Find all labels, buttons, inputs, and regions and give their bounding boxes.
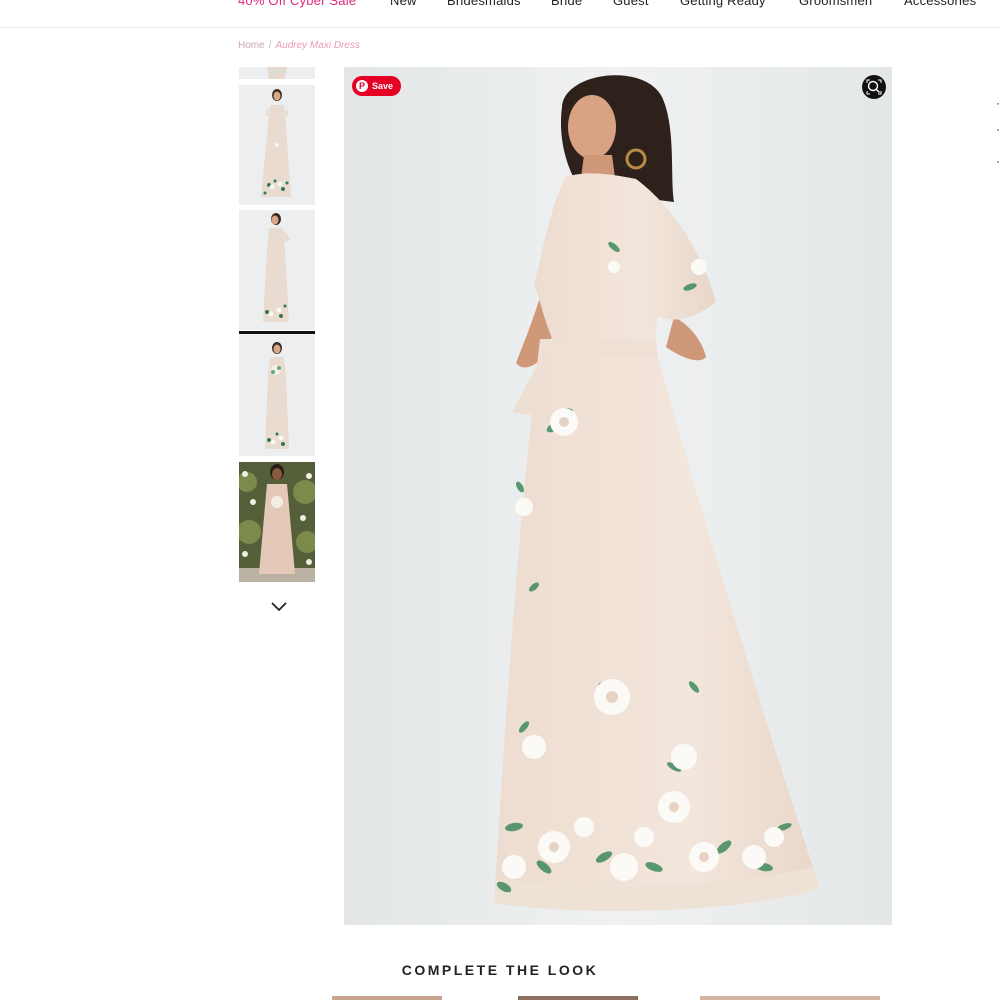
nav-item-getting-ready[interactable]: Getting Ready xyxy=(680,0,766,8)
pinterest-save-label: Save xyxy=(372,81,394,91)
nav-item-sale[interactable]: 40% Off Cyber Sale xyxy=(238,0,356,8)
thumbnail-side[interactable] xyxy=(239,210,315,330)
product-info-edge: · xyxy=(996,96,1000,110)
thumbnail-front-bouquet[interactable] xyxy=(239,331,315,456)
look-item-image[interactable] xyxy=(518,996,638,1000)
nav-item-new[interactable]: New xyxy=(390,0,417,8)
main-product-image[interactable]: P Save xyxy=(344,67,892,925)
breadcrumb: Home / Audrey Maxi Dress xyxy=(238,40,360,51)
product-info-edge: · xyxy=(996,122,1000,136)
breadcrumb-current: Audrey Maxi Dress xyxy=(275,40,360,51)
zoom-icon[interactable] xyxy=(862,75,886,99)
dress-thumbnail-image xyxy=(239,334,315,456)
pinterest-save-button[interactable]: P Save xyxy=(352,76,402,96)
product-info-edge: · xyxy=(996,154,1000,168)
chevron-down-icon[interactable] xyxy=(268,598,290,616)
dress-model-photo xyxy=(344,67,892,925)
thumbnail-front-partial[interactable] xyxy=(239,67,315,79)
nav-item-guest[interactable]: Guest xyxy=(613,0,649,8)
thumbnail-garden[interactable] xyxy=(239,462,315,582)
dress-thumbnail-image xyxy=(239,462,315,582)
look-item-image[interactable] xyxy=(332,996,442,1000)
breadcrumb-home-link[interactable]: Home xyxy=(238,40,265,51)
complete-the-look-heading: COMPLETE THE LOOK xyxy=(401,962,599,978)
dress-thumbnail-image xyxy=(239,67,315,79)
nav-item-bridesmaids[interactable]: Bridesmaids xyxy=(447,0,521,8)
nav-item-groomsmen[interactable]: Groomsmen xyxy=(799,0,872,8)
nav-item-accessories[interactable]: Accessories xyxy=(904,0,976,8)
look-item-image[interactable] xyxy=(700,996,880,1000)
thumbnail-front[interactable] xyxy=(239,85,315,205)
breadcrumb-separator: / xyxy=(268,40,272,51)
top-navigation: 40% Off Cyber Sale New Bridesmaids Bride… xyxy=(0,0,1000,28)
dress-thumbnail-image xyxy=(239,210,315,330)
nav-item-bride[interactable]: Bride xyxy=(551,0,582,8)
pinterest-icon: P xyxy=(356,80,368,92)
dress-thumbnail-image xyxy=(239,85,315,205)
